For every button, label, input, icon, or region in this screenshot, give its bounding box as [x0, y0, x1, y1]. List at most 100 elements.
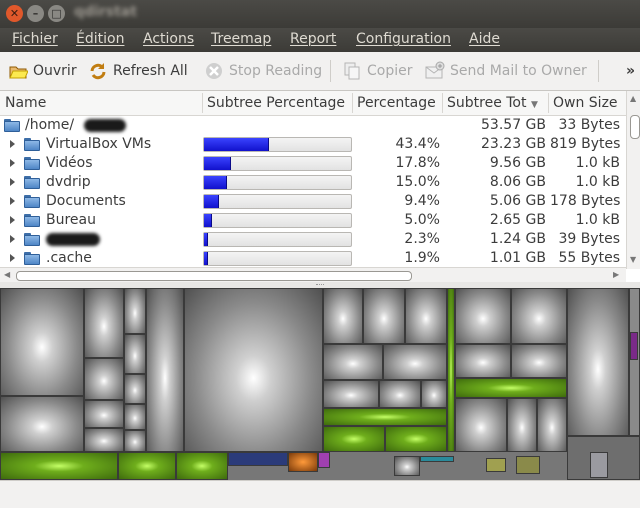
column-subtree-percentage[interactable]: Subtree Percentage [207, 95, 345, 111]
refresh-all-button[interactable]: Refresh All [88, 60, 188, 82]
table-row[interactable]: Documents 9.4% 5.06 GB 178 Bytes [0, 192, 626, 211]
treemap-tile[interactable] [537, 398, 567, 452]
toolbar-overflow-button[interactable]: » [626, 60, 635, 82]
treemap-tile[interactable] [383, 344, 447, 380]
table-row-root[interactable]: /home/ 53.57 GB 33 Bytes [0, 116, 626, 135]
treemap-tile[interactable] [420, 456, 454, 462]
menu-aide[interactable]: Aide [469, 31, 500, 47]
vertical-scrollbar[interactable]: ▲ ▼ [626, 91, 640, 269]
treemap-tile[interactable] [455, 398, 507, 452]
menu-configuration[interactable]: Configuration [356, 31, 451, 47]
treemap-tile[interactable] [385, 426, 447, 452]
treemap-tile[interactable] [394, 456, 420, 476]
menu-actions[interactable]: Actions [143, 31, 194, 47]
treemap-tile[interactable] [0, 288, 84, 396]
expand-arrow-icon[interactable] [10, 254, 15, 262]
column-percentage[interactable]: Percentage [357, 95, 436, 111]
expand-arrow-icon[interactable] [10, 216, 15, 224]
treemap-tile[interactable] [455, 378, 567, 398]
column-divider [442, 93, 443, 113]
column-subtree-total[interactable]: Subtree Tot [447, 95, 527, 111]
treemap-tile[interactable] [288, 452, 318, 472]
row-subtree-total: 1.24 GB [489, 231, 546, 247]
treemap-tile[interactable] [0, 396, 84, 452]
row-own-size: 178 Bytes [550, 193, 621, 209]
treemap-tile[interactable] [455, 344, 511, 378]
treemap-tile[interactable] [363, 288, 405, 344]
treemap-tile[interactable] [323, 288, 363, 344]
table-row[interactable]: VirtualBox VMs 43.4% 23.23 GB 819 Bytes [0, 135, 626, 154]
treemap-tile[interactable] [124, 404, 146, 430]
row-name: VirtualBox VMs [46, 136, 152, 152]
treemap-tile[interactable] [405, 288, 447, 344]
treemap-tile[interactable] [84, 400, 124, 428]
treemap-tile[interactable] [228, 452, 288, 466]
treemap-tile[interactable] [146, 288, 184, 452]
treemap-tile[interactable] [124, 374, 146, 404]
table-row[interactable]: 2.3% 1.24 GB 39 Bytes [0, 230, 626, 249]
treemap-tile[interactable] [323, 408, 447, 426]
maximize-window-button[interactable]: □ [48, 5, 65, 22]
treemap-tile[interactable] [323, 426, 385, 452]
treemap-tile[interactable] [629, 288, 640, 436]
treemap-view[interactable] [0, 288, 640, 480]
table-row[interactable]: dvdrip 15.0% 8.06 GB 1.0 kB [0, 173, 626, 192]
table-row[interactable]: Vidéos 17.8% 9.56 GB 1.0 kB [0, 154, 626, 173]
expand-arrow-icon[interactable] [10, 197, 15, 205]
folder-icon [24, 157, 40, 170]
treemap-tile[interactable] [176, 452, 228, 480]
close-window-button[interactable]: ✕ [6, 5, 23, 22]
treemap-tile[interactable] [124, 288, 146, 334]
send-mail-button[interactable]: Send Mail to Owner [425, 60, 587, 82]
treemap-tile[interactable] [84, 288, 124, 358]
expand-arrow-icon[interactable] [10, 178, 15, 186]
vertical-scroll-thumb[interactable] [630, 115, 640, 139]
menu-fichier[interactable]: Fichier [12, 31, 58, 47]
treemap-tile[interactable] [421, 380, 447, 408]
treemap-tile[interactable] [447, 288, 455, 452]
column-own-size[interactable]: Own Size [553, 95, 618, 111]
treemap-tile[interactable] [318, 452, 330, 468]
treemap-tile[interactable] [323, 380, 379, 408]
horizontal-scroll-thumb[interactable] [16, 271, 412, 281]
treemap-tile[interactable] [486, 458, 506, 472]
treemap-tile[interactable] [184, 288, 323, 452]
open-button[interactable]: Ouvrir [8, 60, 77, 82]
treemap-tile[interactable] [124, 334, 146, 374]
expand-arrow-icon[interactable] [10, 140, 15, 148]
scroll-up-arrow-icon[interactable]: ▲ [630, 94, 636, 103]
treemap-tile[interactable] [84, 428, 124, 452]
treemap-tile[interactable] [124, 430, 146, 452]
treemap-tile[interactable] [379, 380, 421, 408]
menu-edition[interactable]: Édition [76, 31, 124, 47]
scroll-left-arrow-icon[interactable]: ◀ [4, 270, 10, 279]
treemap-tile[interactable] [516, 456, 540, 474]
treemap-tile[interactable] [455, 288, 511, 344]
scroll-right-arrow-icon[interactable]: ▶ [613, 270, 619, 279]
expand-arrow-icon[interactable] [10, 235, 15, 243]
treemap-tile[interactable] [590, 452, 608, 478]
column-name[interactable]: Name [5, 95, 46, 111]
table-header: Name Subtree Percentage Percentage Subtr… [0, 91, 626, 116]
row-percentage: 43.4% [395, 136, 440, 152]
table-row[interactable]: .cache 1.9% 1.01 GB 55 Bytes [0, 249, 626, 268]
minimize-window-button[interactable]: – [27, 5, 44, 22]
treemap-tile[interactable] [323, 344, 383, 380]
treemap-tile[interactable] [0, 452, 118, 480]
treemap-tile[interactable] [630, 332, 638, 360]
expand-arrow-icon[interactable] [10, 159, 15, 167]
treemap-tile[interactable] [511, 344, 567, 378]
root-own-size: 33 Bytes [558, 117, 620, 133]
scroll-down-arrow-icon[interactable]: ▼ [630, 255, 636, 264]
treemap-tile[interactable] [118, 452, 176, 480]
menu-treemap[interactable]: Treemap [211, 31, 271, 47]
table-row[interactable]: Bureau 5.0% 2.65 GB 1.0 kB [0, 211, 626, 230]
treemap-tile[interactable] [507, 398, 537, 452]
stop-reading-button[interactable]: Stop Reading [204, 60, 322, 82]
copy-button[interactable]: Copier [342, 60, 413, 82]
treemap-tile[interactable] [84, 358, 124, 400]
stop-icon [204, 61, 224, 81]
treemap-tile[interactable] [511, 288, 567, 344]
menu-report[interactable]: Report [290, 31, 336, 47]
treemap-tile[interactable] [567, 288, 629, 436]
